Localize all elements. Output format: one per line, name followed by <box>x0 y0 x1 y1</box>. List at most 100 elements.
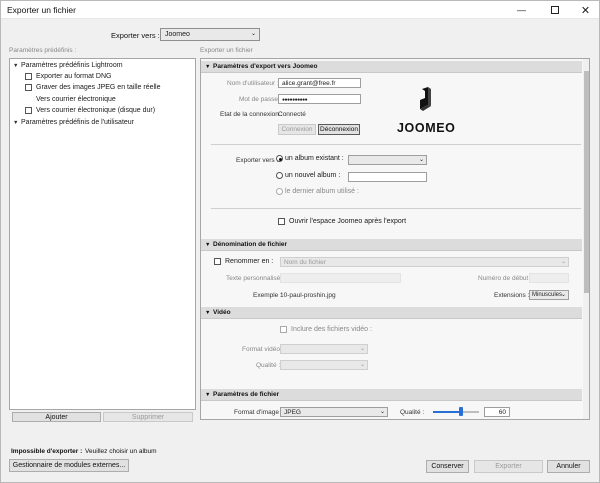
quality-label: Qualité : <box>400 409 425 416</box>
new-album-radio[interactable]: un nouvel album : <box>276 172 340 179</box>
export-to-value: Joomeo <box>165 31 190 38</box>
export-to-select[interactable]: Joomeo ⌄ <box>160 28 260 41</box>
export-error-title: Impossible d'exporter : <box>11 448 83 455</box>
minimize-icon: — <box>517 5 526 15</box>
new-album-input[interactable] <box>348 172 427 182</box>
close-button[interactable]: ✕ <box>572 1 599 19</box>
close-icon: ✕ <box>580 4 591 17</box>
custom-text-input[interactable] <box>280 273 401 283</box>
plugin-manager-button[interactable]: Gestionnaire de modules externes... <box>9 459 129 472</box>
image-format-label: Format d'image : <box>234 409 283 416</box>
include-video-checkbox[interactable]: Inclure des fichiers vidéo : <box>280 326 372 333</box>
rename-template-select[interactable]: Nom du fichier ⌄ <box>280 257 569 267</box>
connect-button[interactable]: Connexion <box>278 124 316 135</box>
radio-unselected-icon <box>276 172 283 179</box>
preset-item[interactable]: Vers courrier électronique (disque dur) <box>25 107 155 114</box>
export-button[interactable]: Exporter <box>474 460 543 473</box>
section-header-file-settings[interactable]: ▼ Paramètres de fichier <box>201 389 582 401</box>
window-title: Exporter un fichier <box>7 5 76 15</box>
username-input[interactable]: alice.grant@free.fr <box>278 78 361 88</box>
preset-checkbox[interactable] <box>25 73 32 80</box>
checkbox-icon <box>214 258 221 265</box>
preset-label: Vers courrier électronique (disque dur) <box>36 107 156 114</box>
password-input[interactable]: ●●●●●●●●●● <box>278 94 361 104</box>
plugin-manager-label: Gestionnaire de modules externes... <box>12 462 126 469</box>
preset-item[interactable]: Vers courrier électronique <box>25 96 116 103</box>
last-album-radio[interactable]: le dernier album utilisé : <box>276 188 359 195</box>
quality-value: 60 <box>498 409 506 416</box>
joomeo-brand-text: JOOMEO <box>397 121 456 135</box>
username-label: Nom d'utilisateur : <box>227 80 279 87</box>
cancel-label: Annuler <box>556 463 581 470</box>
section-title: Dénomination de fichier <box>213 241 288 248</box>
quality-input[interactable]: 60 <box>484 407 510 417</box>
chevron-down-icon: ⌄ <box>359 362 365 368</box>
start-number-label: Numéro de début : <box>478 275 532 282</box>
divider <box>211 144 581 145</box>
section-header-video[interactable]: ▼ Vidéo <box>201 307 582 319</box>
remove-preset-label: Supprimer <box>131 413 165 421</box>
open-space-checkbox[interactable]: Ouvrir l'espace Joomeo après l'export <box>278 218 406 225</box>
rename-value: Nom du fichier <box>284 259 326 266</box>
open-space-label: Ouvrir l'espace Joomeo après l'export <box>289 218 407 225</box>
custom-text-label: Texte personnalisé : <box>226 275 284 282</box>
preset-checkbox[interactable] <box>25 84 32 91</box>
keep-button[interactable]: Conserver <box>426 460 469 473</box>
section-header-joomeo[interactable]: ▼ Paramètres d'export vers Joomeo <box>201 61 582 73</box>
video-format-select[interactable]: ⌄ <box>280 344 368 354</box>
presets-heading: Paramètres prédéfinis : <box>9 47 77 54</box>
connection-status-label: Etat de la connexion : <box>220 111 283 118</box>
expanded-triangle-icon: ▼ <box>205 63 211 70</box>
scrollbar-thumb[interactable] <box>584 71 589 293</box>
include-video-label: Inclure des fichiers vidéo : <box>291 326 372 333</box>
disconnect-label: Déconnexion <box>320 126 358 133</box>
last-album-label: le dernier album utilisé : <box>285 188 359 195</box>
preset-label: Vers courrier électronique <box>36 96 116 103</box>
preset-item[interactable]: Graver des images JPEG en taille réelle <box>25 84 161 91</box>
existing-album-select[interactable]: ⌄ <box>348 155 427 165</box>
preset-checkbox[interactable] <box>25 107 32 114</box>
start-number-input[interactable] <box>529 273 569 283</box>
existing-album-label: un album existant : <box>285 155 344 162</box>
existing-album-radio[interactable]: un album existant : <box>276 155 344 162</box>
image-format-select[interactable]: JPEG ⌄ <box>280 407 388 417</box>
joomeo-logo-icon <box>420 87 431 111</box>
section-title: Vidéo <box>213 309 231 316</box>
export-error-text: Veuillez choisir un album <box>85 448 157 455</box>
password-value: ●●●●●●●●●● <box>282 97 308 103</box>
slider-fill <box>433 411 461 413</box>
extensions-select[interactable]: Minuscules ⌄ <box>529 290 569 300</box>
video-quality-select[interactable]: ⌄ <box>280 360 368 370</box>
presets-tree: ▼ Paramètres prédéfinis Lightroom Export… <box>9 58 196 410</box>
disconnect-button[interactable]: Déconnexion <box>318 124 360 135</box>
preset-item[interactable]: Exporter au format DNG <box>25 73 111 80</box>
slider-thumb[interactable] <box>458 407 463 416</box>
chevron-down-icon: ⌄ <box>560 259 566 265</box>
new-album-label: un nouvel album : <box>285 172 341 179</box>
tree-group-label: Paramètres prédéfinis Lightroom <box>21 62 123 69</box>
tree-group-user[interactable]: ▼ Paramètres prédéfinis de l'utilisateur <box>13 119 134 126</box>
album-export-to-label: Exporter vers : <box>236 157 279 164</box>
rename-checkbox[interactable]: Renommer en : <box>214 258 273 265</box>
extensions-label: Extensions : <box>494 292 530 299</box>
cancel-button[interactable]: Annuler <box>547 460 590 473</box>
chevron-down-icon: ⌄ <box>418 157 424 163</box>
remove-preset-button[interactable]: Supprimer <box>103 412 193 422</box>
checkbox-icon <box>280 326 287 333</box>
section-header-naming[interactable]: ▼ Dénomination de fichier <box>201 239 582 251</box>
quality-slider[interactable] <box>433 407 479 417</box>
expanded-triangle-icon: ▼ <box>13 62 19 69</box>
chevron-down-icon: ⌄ <box>359 346 365 352</box>
expanded-triangle-icon: ▼ <box>205 309 211 316</box>
maximize-icon <box>550 6 559 14</box>
example-label: Exemple : <box>253 292 282 299</box>
password-label: Mot de passe : <box>239 96 282 103</box>
add-preset-button[interactable]: Ajouter <box>12 412 101 422</box>
video-quality-label: Qualité : <box>256 362 281 369</box>
minimize-button[interactable]: — <box>508 1 535 19</box>
right-panel-heading: Exporter un fichier <box>200 47 253 54</box>
preset-checkbox[interactable] <box>25 96 32 103</box>
tree-group-lightroom[interactable]: ▼ Paramètres prédéfinis Lightroom <box>13 62 123 69</box>
maximize-button[interactable] <box>541 1 568 19</box>
export-settings-panel: ▼ Paramètres d'export vers Joomeo Nom d'… <box>200 58 590 420</box>
